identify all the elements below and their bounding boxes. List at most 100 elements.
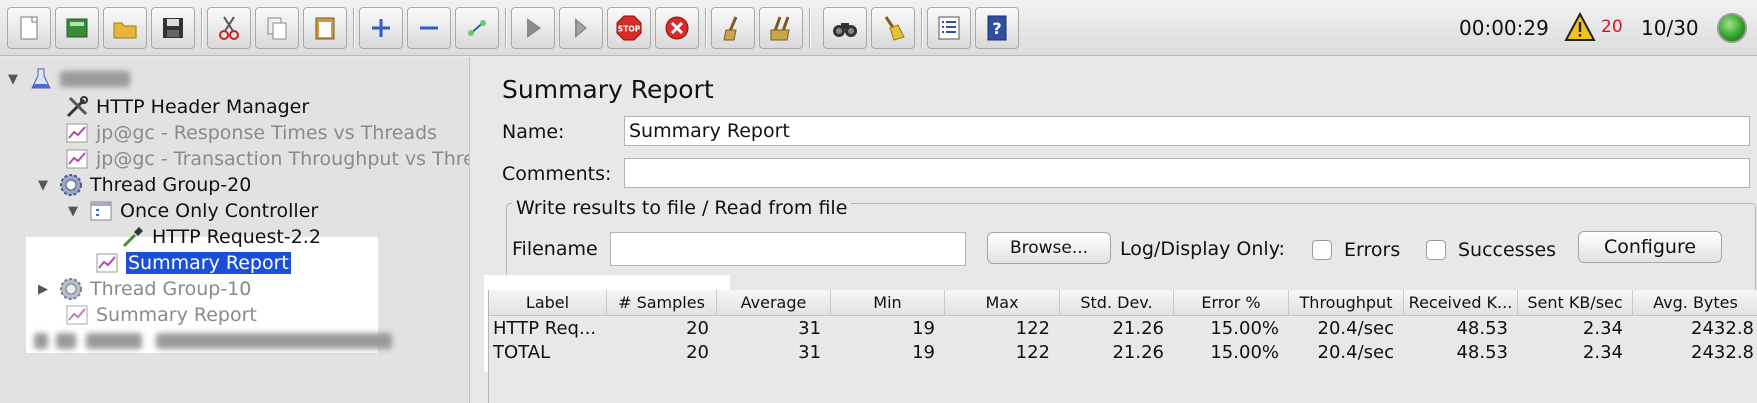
elapsed-timer: 00:00:29	[1459, 16, 1549, 40]
table-cell: 21.26	[1112, 342, 1164, 363]
expand-icon	[372, 19, 390, 37]
column-header[interactable]: Sent KB/sec	[1518, 290, 1633, 316]
tree-item-label: Thread Group-20	[90, 174, 252, 196]
tree-item-http-request[interactable]: HTTP Request-2.2	[120, 223, 321, 251]
search-icon	[833, 23, 857, 37]
open-icon	[113, 22, 137, 39]
comments-field[interactable]	[624, 158, 1750, 188]
open-button[interactable]	[103, 7, 147, 49]
cut-button[interactable]	[207, 7, 251, 49]
warning-count[interactable]: 20	[1601, 17, 1623, 37]
tree-item-label: jp@gc - Response Times vs Threads	[96, 122, 438, 144]
tree-item-label: jp@gc - Transaction Throughput vs Threa	[96, 148, 470, 170]
tree-item-label: HTTP Request-2.2	[152, 226, 321, 248]
templates-button[interactable]	[55, 7, 99, 49]
tree-item-label: Summary Report	[126, 252, 291, 274]
tree-item-thread-group-20[interactable]: ▼ Thread Group-20	[38, 171, 251, 199]
shutdown-icon	[665, 16, 689, 40]
thread-group-gear-icon	[60, 174, 82, 196]
paste-button[interactable]	[303, 7, 347, 49]
thread-group-gear-icon	[60, 278, 82, 300]
function-helper-button[interactable]	[927, 7, 971, 49]
tree-item-once-only-controller[interactable]: ▼ Once Only Controller	[68, 197, 318, 225]
cut-icon	[219, 16, 239, 40]
start-button[interactable]	[511, 7, 555, 49]
collapse-toggle-icon[interactable]: ▼	[38, 178, 48, 193]
errors-checkbox[interactable]	[1312, 240, 1332, 260]
paste-icon	[315, 17, 335, 40]
table-cell: 2.34	[1582, 342, 1623, 363]
stop-button[interactable]: STOP	[607, 7, 651, 49]
tree-item-redacted[interactable]	[34, 327, 392, 355]
save-icon	[163, 18, 183, 38]
expand-toggle-icon[interactable]: ▶	[38, 282, 48, 297]
filename-field[interactable]	[610, 232, 966, 266]
reset-search-icon	[884, 16, 905, 41]
collapse-toggle-icon[interactable]: ▼	[68, 204, 78, 219]
tree-item-label: HTTP Header Manager	[96, 96, 310, 118]
successes-checkbox[interactable]	[1426, 240, 1446, 260]
graph-listener-icon	[66, 123, 88, 143]
tree-item-summary-report[interactable]: Summary Report	[64, 301, 257, 329]
table-cell: HTTP Req...	[493, 318, 597, 339]
column-header[interactable]: Throughput	[1289, 290, 1404, 316]
table-cell: 122	[1015, 342, 1050, 363]
column-header[interactable]: Label	[489, 290, 607, 316]
table-cell: 21.26	[1112, 318, 1164, 339]
errors-label: Errors	[1344, 239, 1401, 261]
table-cell: 2432.8	[1691, 342, 1754, 363]
column-header[interactable]: Average	[717, 290, 831, 316]
tree-item-header-manager[interactable]: HTTP Header Manager	[64, 93, 309, 121]
column-header[interactable]: # Samples	[607, 290, 717, 316]
warning-icon[interactable]	[1564, 12, 1596, 42]
comments-label: Comments:	[502, 163, 612, 185]
table-cell: 122	[1015, 318, 1050, 339]
tree-item-summary-report-selected[interactable]: Summary Report	[94, 249, 291, 277]
clear-all-icon	[770, 16, 790, 41]
column-header[interactable]: Error %	[1174, 290, 1289, 316]
reset-search-button[interactable]	[871, 7, 915, 49]
new-button[interactable]	[7, 7, 51, 49]
toggle-button[interactable]	[455, 7, 499, 49]
help-button[interactable]: ?	[975, 7, 1019, 49]
search-button[interactable]	[823, 7, 867, 49]
toolbar: STOP ? 00:00:29 20 10/30	[0, 0, 1757, 56]
clear-button[interactable]	[711, 7, 755, 49]
table-cell: 15.00%	[1210, 342, 1279, 363]
active-threads: 10/30	[1641, 16, 1699, 40]
table-cell: 20	[686, 342, 709, 363]
copy-button[interactable]	[255, 7, 299, 49]
status-indicator	[1717, 13, 1747, 43]
table-cell: 48.53	[1456, 342, 1508, 363]
successes-label: Successes	[1458, 239, 1557, 261]
table-cell: 20.4/sec	[1317, 342, 1395, 363]
redacted-text	[60, 71, 130, 87]
tree-item-response-times[interactable]: jp@gc - Response Times vs Threads	[64, 119, 437, 147]
expand-button[interactable]	[359, 7, 403, 49]
start-no-pauses-button[interactable]	[559, 7, 603, 49]
filename-label: Filename	[512, 238, 598, 260]
clear-icon	[723, 16, 738, 41]
tree-root[interactable]: ▼	[8, 65, 130, 93]
tree-item-thread-group-10[interactable]: ▶ Thread Group-10	[38, 275, 251, 303]
browse-button[interactable]: Browse...	[987, 232, 1111, 264]
tree-item-throughput[interactable]: jp@gc - Transaction Throughput vs Threa	[64, 145, 470, 173]
redacted-text	[86, 333, 142, 349]
configure-button[interactable]: Configure	[1578, 231, 1722, 263]
column-header[interactable]: Max	[945, 290, 1060, 316]
shutdown-button[interactable]	[655, 7, 699, 49]
start-no-pauses-icon	[575, 18, 587, 38]
collapse-button[interactable]	[407, 7, 451, 49]
column-header[interactable]: Std. Dev.	[1060, 290, 1174, 316]
file-group-title: Write results to file / Read from file	[512, 197, 852, 219]
new-icon	[20, 16, 38, 40]
expand-toggle-icon[interactable]: ▼	[8, 72, 18, 87]
column-header[interactable]: Min	[831, 290, 945, 316]
test-plan-tree: ▼ HTTP Header Manager jp@gc - Response T…	[0, 57, 470, 403]
clear-all-button[interactable]	[759, 7, 803, 49]
column-header[interactable]: Received K...	[1404, 290, 1518, 316]
table-cell: 48.53	[1456, 318, 1508, 339]
column-header[interactable]: Avg. Bytes	[1633, 290, 1757, 316]
save-button[interactable]	[151, 7, 195, 49]
name-field[interactable]: Summary Report	[624, 116, 1750, 146]
